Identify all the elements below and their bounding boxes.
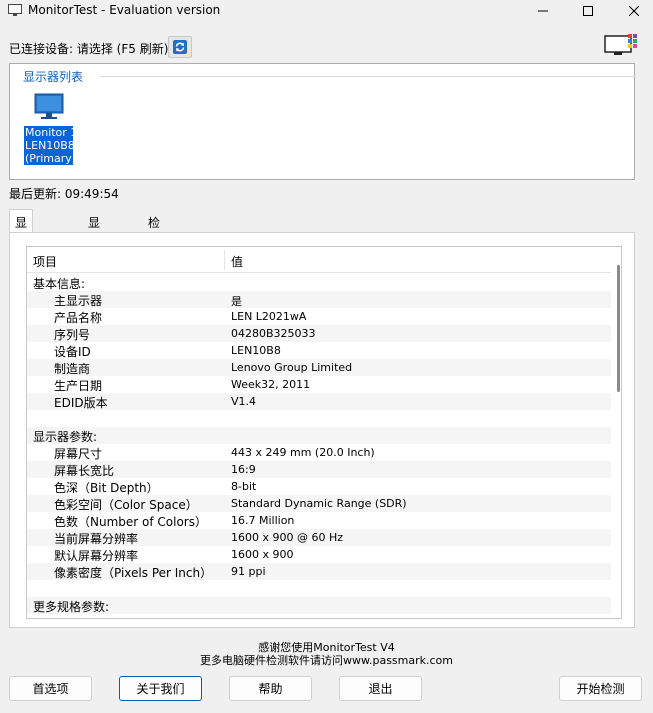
- table-row[interactable]: [27, 580, 611, 597]
- row-key: 色数（Number of Colors）: [54, 515, 207, 529]
- row-value: Week32, 2011: [231, 378, 311, 391]
- monitor-model: LEN10B8: [25, 139, 75, 152]
- row-value: 443 x 249 mm (20.0 Inch): [231, 446, 375, 459]
- monitor-primary-tag: (Primary): [25, 152, 77, 165]
- table-row[interactable]: 主显示器 是: [27, 291, 611, 308]
- row-key: 色彩空间（Color Space）: [54, 498, 198, 512]
- close-icon: [629, 6, 639, 16]
- table-row[interactable]: EDID版本 V1.4: [27, 393, 611, 410]
- row-value: 1600 x 900 @ 60 Hz: [231, 531, 344, 544]
- monitor-test-app-icon: [8, 4, 22, 16]
- row-value: Standard Dynamic Range (SDR): [231, 497, 407, 510]
- table-rows: 基本信息: 主显示器 是产品名称 LEN L2021wA 序列号 04280B325033…: [27, 274, 611, 614]
- section-title: 基本信息:: [33, 277, 86, 291]
- table-row[interactable]: 屏幕长宽比 16:9: [27, 461, 611, 478]
- row-value: 91 ppi: [231, 565, 266, 578]
- row-key: 色深（Bit Depth）: [54, 481, 159, 495]
- window-title: MonitorTest - Evaluation version: [28, 3, 221, 17]
- row-value: LEN L2021wA: [231, 310, 307, 323]
- last-update-text: 最后更新: 09:49:54: [9, 187, 119, 201]
- row-value: 16:9: [231, 463, 256, 476]
- row-value: Lenovo Group Limited: [231, 361, 353, 374]
- thanks-line-2: 更多电脑硬件检测软件请访问www.passmark.com: [200, 654, 453, 667]
- row-value: 8-bit: [231, 480, 257, 493]
- start-test-button[interactable]: 开始检测: [559, 676, 642, 701]
- row-key: 当前屏幕分辨率: [54, 532, 139, 546]
- table-row[interactable]: 制造商 Lenovo Group Limited: [27, 359, 611, 376]
- section-title: 更多规格参数:: [33, 600, 110, 614]
- section-title: 显示器参数:: [33, 430, 98, 444]
- monitor-list: 显示器列表 Monitor 1 LEN10B8 (Primary): [9, 63, 636, 180]
- passmark-logo-icon: [604, 34, 637, 55]
- table-header: 项目 值: [27, 247, 611, 273]
- monitor-icon: [34, 93, 64, 119]
- refresh-icon: [173, 40, 187, 54]
- monitor-list-legend: 显示器列表: [23, 68, 88, 85]
- column-separator: [224, 250, 225, 270]
- connected-device-label: 已连接设备: 请选择 (F5 刷新): [9, 41, 169, 56]
- table-row[interactable]: 序列号 04280B325033: [27, 325, 611, 342]
- exit-button[interactable]: 退出: [339, 676, 422, 701]
- table-row[interactable]: 色深（Bit Depth） 8-bit: [27, 478, 611, 495]
- row-key: 主显示器: [54, 294, 103, 308]
- tab-gpu-info[interactable]: 显卡信息: [83, 211, 105, 281]
- minimize-icon: [538, 10, 548, 12]
- row-value: 04280B325033: [231, 327, 316, 340]
- row-key: 屏幕尺寸: [54, 447, 103, 461]
- row-value: 是: [231, 295, 242, 308]
- row-value: V1.4: [231, 395, 257, 408]
- row-key: 设备ID: [54, 345, 91, 359]
- legend-divider: [100, 76, 636, 77]
- row-value: 16.7 Million: [231, 514, 295, 527]
- refresh-button[interactable]: [168, 36, 192, 58]
- table-row[interactable]: 默认屏幕分辨率 1600 x 900: [27, 546, 611, 563]
- title-bar: MonitorTest - Evaluation version: [0, 0, 653, 22]
- monitor-item-label: Monitor 1 LEN10B8 (Primary): [24, 126, 78, 165]
- footer-thanks: 感谢您使用MonitorTest V4 更多电脑硬件检测软件请访问www.pas…: [0, 641, 653, 667]
- row-key: 默认屏幕分辨率: [54, 549, 139, 563]
- table-row[interactable]: 基本信息:: [27, 274, 611, 291]
- column-header-item[interactable]: 项目: [33, 253, 57, 270]
- row-key: 像素密度（Pixels Per Inch）: [54, 566, 213, 580]
- table-row[interactable]: 色彩空间（Color Space） Standard Dynamic Range …: [27, 495, 611, 512]
- tab-monitor-info[interactable]: 显示器信息: [9, 209, 34, 298]
- table-scrollbar[interactable]: [613, 247, 621, 618]
- tab-test-options[interactable]: 检测选项: [143, 211, 165, 281]
- connected-device-row: 已连接设备: 请选择 (F5 刷新): [9, 38, 168, 58]
- table-row[interactable]: [27, 410, 611, 427]
- column-header-value[interactable]: 值: [231, 253, 243, 270]
- row-value: LEN10B8: [231, 344, 281, 357]
- row-value: 1600 x 900: [231, 548, 294, 561]
- info-table: 项目 值 基本信息: 主显示器 是产品名称 LEN L2021wA 序列号 04280B3…: [26, 246, 622, 619]
- row-key: 生产日期: [54, 379, 103, 393]
- table-row[interactable]: 设备ID LEN10B8: [27, 342, 611, 359]
- table-row[interactable]: 屏幕尺寸 443 x 249 mm (20.0 Inch): [27, 444, 611, 461]
- table-row[interactable]: 生产日期 Week32, 2011: [27, 376, 611, 393]
- row-key: EDID版本: [54, 396, 108, 410]
- maximize-icon: [583, 6, 593, 16]
- minimize-button[interactable]: [520, 0, 566, 22]
- scroll-thumb[interactable]: [617, 265, 620, 392]
- row-key: 序列号: [54, 328, 91, 342]
- about-button[interactable]: 关于我们: [119, 676, 202, 701]
- table-row[interactable]: 色数（Number of Colors） 16.7 Million: [27, 512, 611, 529]
- close-button[interactable]: [611, 0, 653, 22]
- monitor-name: Monitor 1: [25, 126, 78, 139]
- row-key: 屏幕长宽比: [54, 464, 115, 478]
- preferences-button[interactable]: 首选项: [9, 676, 92, 701]
- help-button[interactable]: 帮助: [229, 676, 312, 701]
- row-key: 制造商: [54, 362, 91, 376]
- thanks-line-1: 感谢您使用MonitorTest V4: [258, 641, 395, 654]
- table-row[interactable]: 显示器参数:: [27, 427, 611, 444]
- row-key: 产品名称: [54, 311, 103, 325]
- table-row[interactable]: 当前屏幕分辨率 1600 x 900 @ 60 Hz: [27, 529, 611, 546]
- maximize-button[interactable]: [565, 0, 611, 22]
- table-row[interactable]: 像素密度（Pixels Per Inch） 91 ppi: [27, 563, 611, 580]
- table-row[interactable]: 更多规格参数:: [27, 597, 611, 614]
- table-row[interactable]: 产品名称 LEN L2021wA: [27, 308, 611, 325]
- monitor-info-panel: 项目 值 基本信息: 主显示器 是产品名称 LEN L2021wA 序列号 04280B3…: [9, 232, 635, 628]
